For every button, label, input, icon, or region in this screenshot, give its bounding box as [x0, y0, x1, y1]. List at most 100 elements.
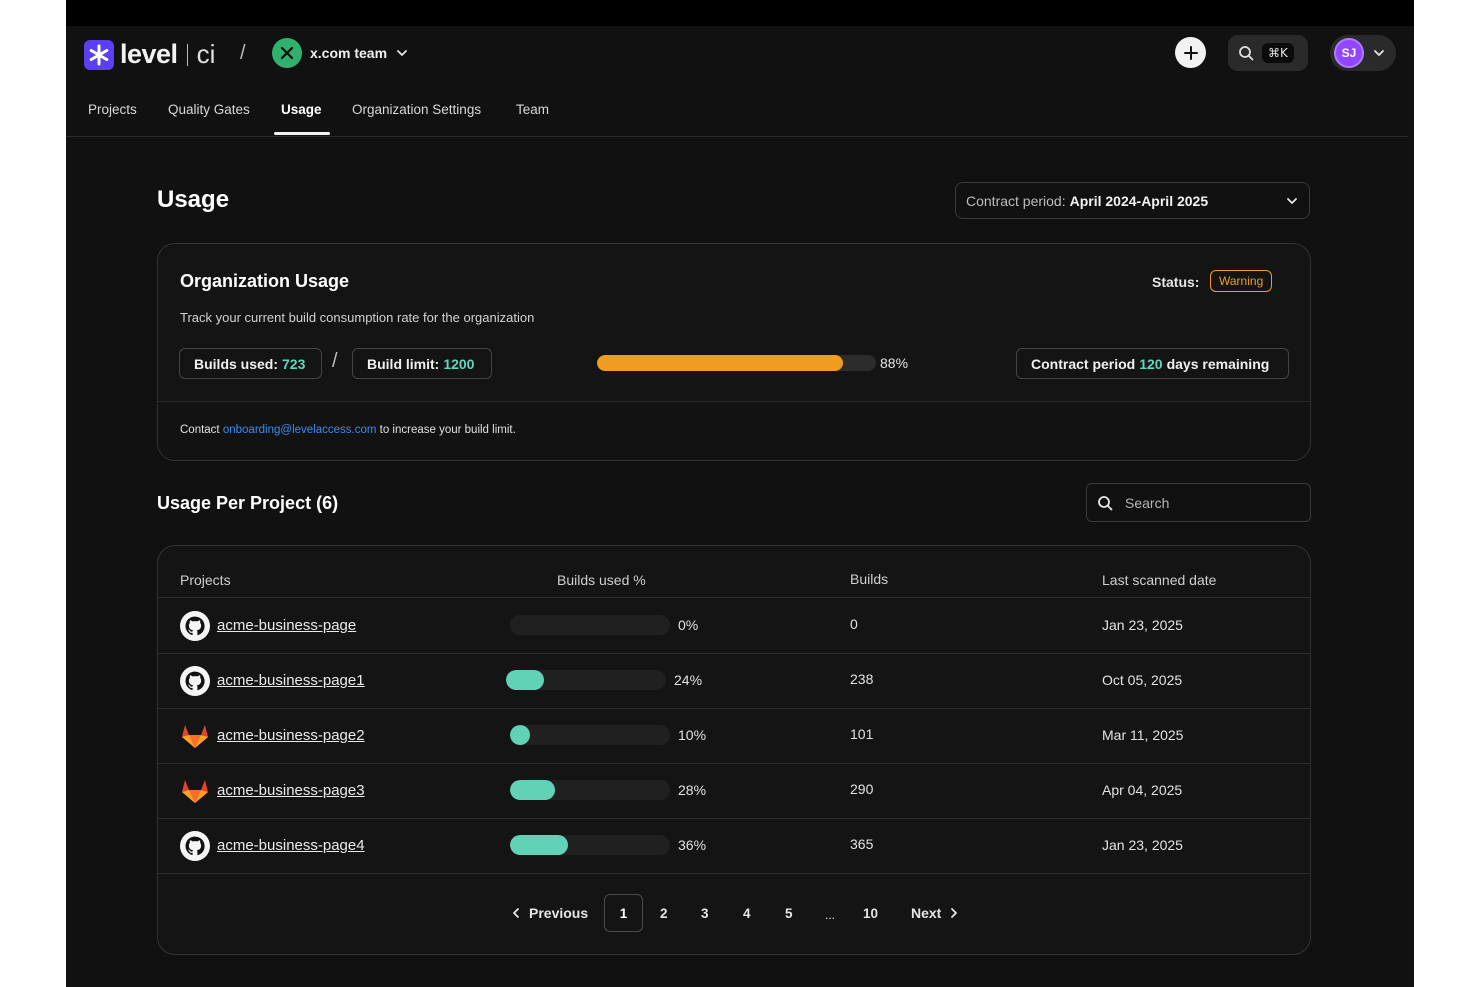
page-button-current[interactable]: 1 — [604, 894, 643, 932]
project-name-link[interactable]: acme-business-page4 — [217, 837, 365, 854]
top-header: level ci / x.com team ⌘K SJ — [66, 26, 1414, 82]
chevron-down-icon — [395, 46, 409, 60]
chevron-left-icon — [513, 908, 519, 918]
builds-used-bar-fill — [506, 670, 544, 690]
days-suffix: days remaining — [1166, 355, 1270, 372]
tab-quality-gates[interactable]: Quality Gates — [168, 102, 250, 117]
builds-used-label: Builds used: — [194, 355, 279, 372]
breadcrumb-separator: / — [240, 42, 246, 64]
gitlab-icon — [179, 720, 211, 752]
user-menu[interactable]: SJ — [1330, 35, 1396, 71]
pagination: Previous 1 2 3 4 5 ... 10 Next — [158, 894, 1310, 934]
previous-page-button[interactable]: Previous — [511, 905, 588, 921]
tab-team[interactable]: Team — [516, 102, 549, 117]
github-icon — [179, 610, 211, 642]
builds-used-bar — [510, 615, 670, 635]
contact-email-link[interactable]: onboarding@levelaccess.com — [223, 424, 377, 436]
plus-icon — [1183, 45, 1198, 60]
active-tab-indicator — [274, 132, 330, 135]
builds-used-percent: 24% — [674, 672, 703, 688]
main-nav: Projects Quality Gates Usage Organizatio… — [66, 82, 1408, 137]
project-name-link[interactable]: acme-business-page2 — [217, 727, 365, 744]
pill-separator: / — [332, 350, 338, 372]
section-title: Usage Per Project (6) — [157, 493, 339, 513]
builds-used-pill: Builds used: 723 — [179, 348, 322, 379]
gitlab-icon — [179, 775, 211, 807]
builds-used-percent: 10% — [678, 727, 707, 743]
project-name-link[interactable]: acme-business-page1 — [217, 672, 365, 689]
app-window: level ci / x.com team ⌘K SJ Projects Qua… — [66, 0, 1414, 987]
column-header-last-scanned: Last scanned date — [1102, 572, 1217, 588]
status-badge: Warning — [1210, 270, 1273, 292]
tab-organization-settings[interactable]: Organization Settings — [352, 102, 481, 117]
keyboard-shortcut: ⌘K — [1262, 43, 1294, 63]
brand-name: level — [120, 39, 178, 69]
card-title: Organization Usage — [180, 271, 350, 291]
brand-divider — [186, 43, 188, 66]
command-search-button[interactable]: ⌘K — [1228, 35, 1308, 71]
build-limit-pill: Build limit: 1200 — [352, 348, 492, 379]
page-button[interactable]: 5 — [785, 906, 793, 921]
card-footer: Contact onboarding@levelaccess.com to in… — [158, 401, 1310, 460]
search-icon — [1098, 495, 1113, 510]
contact-prefix: Contact — [180, 424, 220, 436]
contract-period-label: Contract period: — [966, 192, 1066, 209]
tab-usage[interactable]: Usage — [281, 102, 322, 117]
builds-used-percent: 0% — [678, 617, 699, 633]
builds-count: 290 — [850, 781, 874, 797]
days-value: 120 — [1139, 355, 1163, 372]
asterisk-logo-icon — [84, 39, 114, 70]
tab-projects[interactable]: Projects — [88, 102, 137, 117]
chevron-down-icon — [1372, 46, 1386, 60]
project-search[interactable] — [1086, 483, 1311, 522]
page-button[interactable]: 2 — [660, 906, 668, 921]
create-button[interactable] — [1175, 37, 1206, 68]
contract-period-select[interactable]: Contract period: April 2024-April 2025 — [955, 182, 1310, 219]
project-name-link[interactable]: acme-business-page — [217, 617, 356, 634]
top-strip — [66, 0, 1414, 26]
table-row: acme-business-page1 24% 238 Oct 05, 2025 — [158, 653, 1310, 709]
contact-suffix: to increase your build limit. — [379, 424, 516, 436]
organization-usage-card: Organization Usage Track your current bu… — [157, 243, 1311, 461]
builds-used-bar-fill — [510, 725, 530, 745]
builds-used-bar — [506, 670, 666, 690]
chevron-right-icon — [951, 908, 958, 918]
days-prefix: Contract period — [1031, 355, 1136, 372]
github-icon — [179, 830, 211, 862]
search-input[interactable] — [1123, 493, 1287, 512]
builds-used-percent: 28% — [678, 782, 707, 798]
table-row: acme-business-page2 10% 101 Mar 11, 2025 — [158, 708, 1310, 764]
builds-count: 101 — [850, 726, 874, 742]
team-switcher[interactable]: x.com team — [272, 38, 409, 68]
column-header-builds: Builds — [850, 571, 889, 587]
x-logo-icon — [272, 38, 302, 68]
status-label: Status: — [1152, 274, 1200, 290]
project-name-link[interactable]: acme-business-page3 — [217, 782, 365, 799]
builds-used-value: 723 — [282, 355, 306, 372]
next-page-button[interactable]: Next — [911, 905, 959, 921]
usage-progress-bar — [597, 355, 876, 371]
build-limit-label: Build limit: — [367, 355, 440, 372]
builds-count: 365 — [850, 836, 874, 852]
table-row: acme-business-page 0% 0 Jan 23, 2025 — [158, 598, 1310, 654]
contact-note: Contact onboarding@levelaccess.com to in… — [180, 424, 516, 436]
previous-label: Previous — [529, 905, 589, 921]
usage-progress-fill — [597, 355, 843, 371]
page-button[interactable]: 4 — [743, 906, 751, 921]
card-subtitle: Track your current build consumption rat… — [180, 310, 535, 325]
builds-count: 238 — [850, 671, 874, 687]
page-button[interactable]: 10 — [863, 906, 878, 921]
page-ellipsis: ... — [825, 908, 836, 922]
last-scanned-date: Jan 23, 2025 — [1102, 837, 1183, 853]
builds-used-bar-fill — [510, 835, 568, 855]
builds-used-bar — [510, 725, 670, 745]
page-title: Usage — [157, 186, 230, 213]
column-header-projects: Projects — [180, 572, 231, 588]
page-button[interactable]: 3 — [701, 906, 709, 921]
next-label: Next — [911, 905, 942, 921]
contract-period-value: April 2024-April 2025 — [1069, 192, 1209, 209]
search-icon — [1239, 46, 1254, 61]
brand-logo[interactable]: level ci — [84, 39, 215, 70]
builds-used-bar — [510, 835, 670, 855]
column-header-builds-used: Builds used % — [557, 572, 646, 588]
